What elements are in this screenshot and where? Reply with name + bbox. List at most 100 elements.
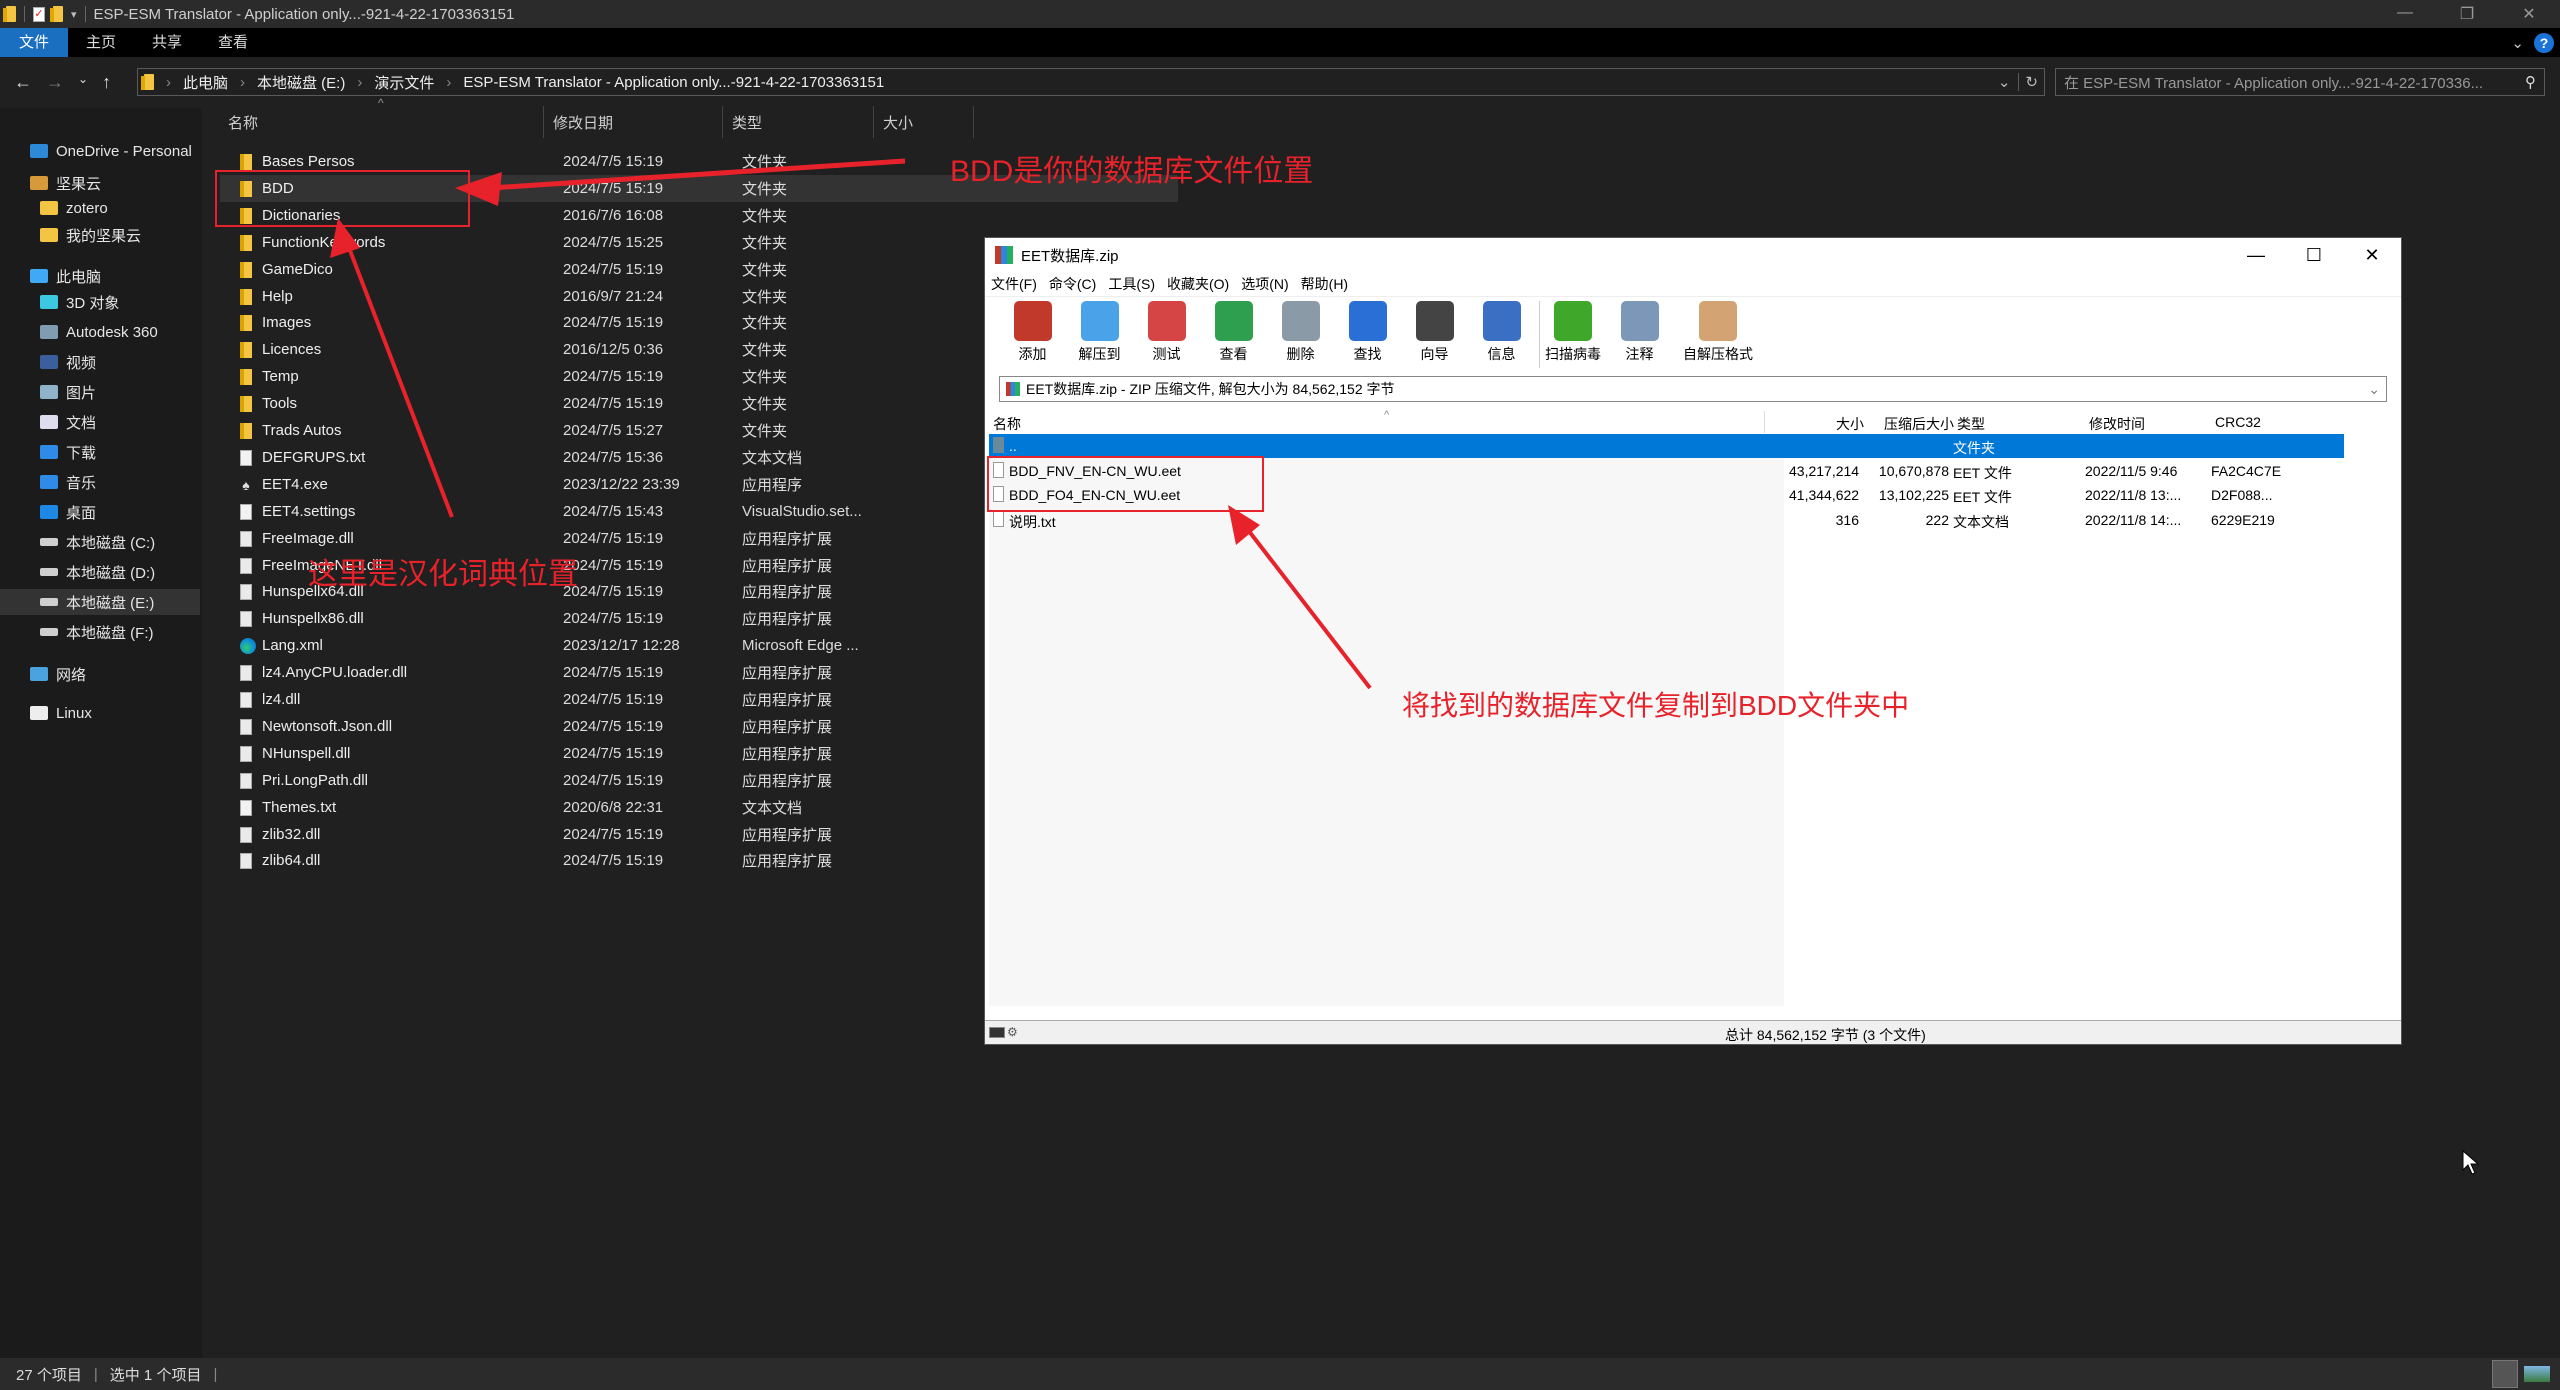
column-header-size[interactable]: 大小 — [1794, 414, 1864, 434]
maximize-button[interactable]: ❐ — [2436, 4, 2498, 24]
archive-path: EET数据库.zip - ZIP 压缩文件, 解包大小为 84,562,152 … — [1026, 381, 1395, 397]
sidebar-item-1[interactable]: 坚果云 — [30, 170, 101, 196]
winrar-menu-item[interactable]: 收藏夹(O) — [1167, 274, 1229, 294]
column-divider[interactable] — [1764, 411, 1765, 433]
sidebar-item-10[interactable]: 下载 — [40, 439, 96, 465]
sidebar-item-5[interactable]: 3D 对象 — [40, 289, 119, 315]
sidebar-item-4[interactable]: 此电脑 — [30, 263, 101, 289]
sidebar-item-2[interactable]: zotero — [40, 195, 108, 221]
item-count: 27 个项目 — [16, 1366, 82, 1384]
breadcrumb-this-pc[interactable]: 此电脑 — [183, 72, 228, 93]
toolbar-wizard-button[interactable]: 向导 — [1401, 301, 1468, 368]
toolbar-scan-virus-button[interactable]: 扫描病毒 — [1539, 301, 1606, 368]
sidebar-item-16[interactable]: 本地磁盘 (F:) — [40, 619, 154, 645]
sidebar-item-label: 本地磁盘 (D:) — [66, 564, 156, 582]
toolbar-delete-button[interactable]: 删除 — [1267, 301, 1334, 368]
add-icon — [1013, 301, 1052, 341]
file-type: VisualStudio.set... — [742, 502, 862, 520]
forward-button[interactable]: → — [46, 72, 64, 93]
expand-ribbon-icon[interactable]: ⌄ — [2511, 34, 2524, 52]
column-divider[interactable] — [722, 106, 723, 138]
close-button[interactable]: ✕ — [2498, 4, 2560, 24]
up-button[interactable]: ↑ — [102, 72, 111, 93]
column-divider[interactable] — [543, 106, 544, 138]
toolbar-info-button[interactable]: 信息 — [1468, 301, 1535, 368]
column-header-type[interactable]: 类型 — [732, 112, 762, 133]
folder-icon — [40, 228, 58, 242]
column-divider[interactable] — [873, 106, 874, 138]
winrar-menu-item[interactable]: 文件(F) — [991, 274, 1037, 294]
column-header-name[interactable]: 名称 — [993, 414, 1021, 434]
search-input[interactable]: 在 ESP-ESM Translator - Application only.… — [2055, 68, 2545, 96]
sidebar-item-13[interactable]: 本地磁盘 (C:) — [40, 529, 155, 555]
tab-file[interactable]: 文件 — [0, 28, 68, 57]
toolbar-find-button[interactable]: 查找 — [1334, 301, 1401, 368]
new-folder-icon[interactable] — [50, 6, 63, 22]
breadcrumb-demo-files[interactable]: 演示文件 — [374, 72, 434, 93]
toolbar-view-button[interactable]: 查看 — [1200, 301, 1267, 368]
column-header-date[interactable]: 修改日期 — [553, 112, 613, 133]
column-header-name[interactable]: 名称 — [228, 112, 258, 133]
back-button[interactable]: ← — [14, 72, 32, 93]
sidebar-item-12[interactable]: 桌面 — [40, 499, 96, 525]
chevron-down-icon[interactable]: ⌄ — [2368, 381, 2380, 398]
breadcrumb-current[interactable]: ESP-ESM Translator - Application only...… — [463, 74, 884, 91]
sidebar-item-label: 本地磁盘 (E:) — [66, 594, 155, 612]
archive-row[interactable]: .. 文件夹 — [989, 434, 2344, 458]
winrar-menu-item[interactable]: 选项(N) — [1241, 274, 1288, 294]
column-header-type[interactable]: 类型 — [1957, 414, 1985, 434]
column-header-packed[interactable]: 压缩后大小 — [1874, 414, 1954, 434]
tab-share[interactable]: 共享 — [134, 28, 200, 57]
column-header-crc[interactable]: CRC32 — [2215, 414, 2261, 430]
address-history-dropdown[interactable]: ⌄ — [1998, 73, 2011, 91]
column-header-modified[interactable]: 修改时间 — [2089, 414, 2145, 434]
sidebar-item-7[interactable]: 视频 — [40, 349, 96, 375]
sidebar-item-18[interactable]: Linux — [30, 700, 92, 726]
file-name: Trads Autos — [262, 422, 342, 439]
help-icon[interactable]: ? — [2534, 32, 2554, 53]
toolbar-extract-to-button[interactable]: 解压到 — [1066, 301, 1133, 368]
winrar-minimize-button[interactable]: — — [2227, 238, 2285, 272]
winrar-menu-item[interactable]: 帮助(H) — [1301, 274, 1348, 294]
properties-icon[interactable]: ✓ — [33, 6, 45, 22]
winrar-menu-item[interactable]: 命令(C) — [1049, 274, 1096, 294]
sidebar-item-14[interactable]: 本地磁盘 (D:) — [40, 559, 155, 585]
winrar-close-button[interactable]: ✕ — [2343, 238, 2401, 272]
file-type: 文件夹 — [742, 369, 788, 387]
refresh-button[interactable]: ↻ — [2018, 73, 2038, 91]
sidebar-item-6[interactable]: Autodesk 360 — [40, 319, 158, 345]
annotation-copy-instruction: 将找到的数据库文件复制到BDD文件夹中 — [1402, 690, 1910, 721]
tab-home[interactable]: 主页 — [68, 28, 134, 57]
sidebar-item-17[interactable]: 网络 — [30, 661, 86, 687]
archive-path-bar[interactable]: EET数据库.zip - ZIP 压缩文件, 解包大小为 84,562,152 … — [999, 376, 2387, 402]
toolbar-comment-button[interactable]: 注释 — [1606, 301, 1673, 368]
sidebar-item-3[interactable]: 我的坚果云 — [40, 222, 141, 248]
sidebar-item-9[interactable]: 文档 — [40, 409, 96, 435]
tab-view[interactable]: 查看 — [200, 28, 266, 57]
file-type: 文件夹 — [742, 423, 788, 440]
file-name: Tools — [262, 395, 298, 413]
sidebar-item-8[interactable]: 图片 — [40, 379, 96, 405]
sidebar-item-11[interactable]: 音乐 — [40, 469, 96, 495]
winrar-maximize-button[interactable]: ☐ — [2285, 238, 2343, 272]
archive-size: 41,344,622 — [1789, 487, 1860, 503]
column-divider[interactable] — [973, 106, 974, 138]
winrar-menu-item[interactable]: 工具(S) — [1108, 274, 1155, 294]
sidebar-item-15[interactable]: 本地磁盘 (E:) — [0, 589, 200, 615]
address-bar[interactable]: › 此电脑 › 本地磁盘 (E:) › 演示文件 › ESP-ESM Trans… — [137, 68, 2045, 96]
minimize-button[interactable]: — — [2374, 4, 2436, 24]
annotation-dictionary-location: 这里是汉化词典位置 — [308, 558, 578, 591]
large-icons-view-button[interactable] — [2524, 1366, 2550, 1382]
toolbar-test-button[interactable]: 测试 — [1133, 301, 1200, 368]
scan-virus-icon — [1554, 301, 1592, 341]
breadcrumb-drive-e[interactable]: 本地磁盘 (E:) — [257, 72, 345, 93]
file-name: Newtonsoft.Json.dll — [262, 717, 393, 735]
column-header-size[interactable]: 大小 — [883, 112, 913, 133]
toolbar-sfx-button[interactable]: 自解压格式 — [1673, 301, 1763, 368]
sidebar-item-0[interactable]: OneDrive - Personal — [30, 138, 192, 164]
details-view-button[interactable] — [2492, 1360, 2518, 1388]
toolbar-add-button[interactable]: 添加 — [999, 301, 1066, 368]
sidebar-item-label: 桌面 — [66, 504, 97, 522]
quick-access-dropdown-icon[interactable]: ▾ — [71, 8, 77, 21]
recent-locations-icon[interactable]: ⌄ — [78, 72, 88, 93]
